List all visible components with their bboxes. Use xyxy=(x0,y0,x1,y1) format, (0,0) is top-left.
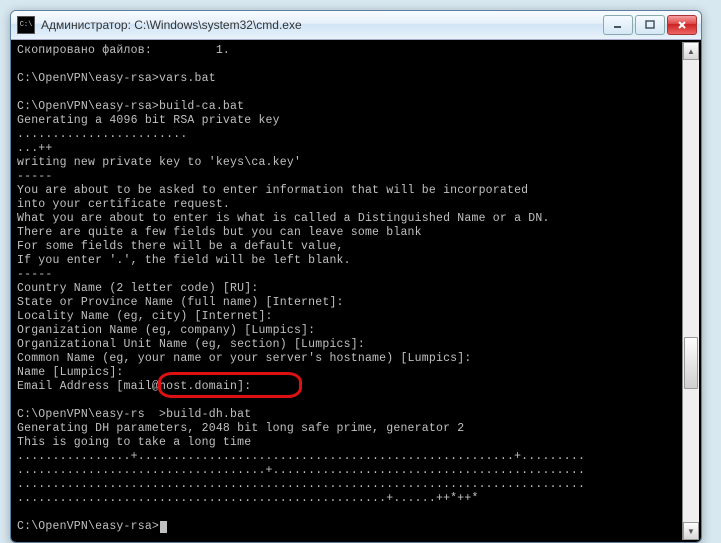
cmd-window: C:\ Администратор: C:\Windows\system32\c… xyxy=(10,10,702,543)
window-title: Администратор: C:\Windows\system32\cmd.e… xyxy=(41,18,603,32)
scroll-up-button[interactable]: ▲ xyxy=(683,42,699,60)
scroll-thumb[interactable] xyxy=(684,337,698,389)
system-menu-icon[interactable]: C:\ xyxy=(17,16,35,34)
console-client-area: Скопировано файлов: 1. C:\OpenVPN\easy-r… xyxy=(11,40,701,542)
scroll-down-button[interactable]: ▼ xyxy=(683,522,699,540)
minimize-button[interactable] xyxy=(603,15,633,35)
close-button[interactable] xyxy=(667,15,697,35)
window-controls xyxy=(603,15,697,35)
titlebar[interactable]: C:\ Администратор: C:\Windows\system32\c… xyxy=(11,11,701,40)
vertical-scrollbar[interactable]: ▲ ▼ xyxy=(682,42,699,540)
text-cursor xyxy=(160,521,167,533)
scroll-track[interactable] xyxy=(683,60,699,522)
console-output[interactable]: Скопировано файлов: 1. C:\OpenVPN\easy-r… xyxy=(13,42,682,540)
maximize-button[interactable] xyxy=(635,15,665,35)
